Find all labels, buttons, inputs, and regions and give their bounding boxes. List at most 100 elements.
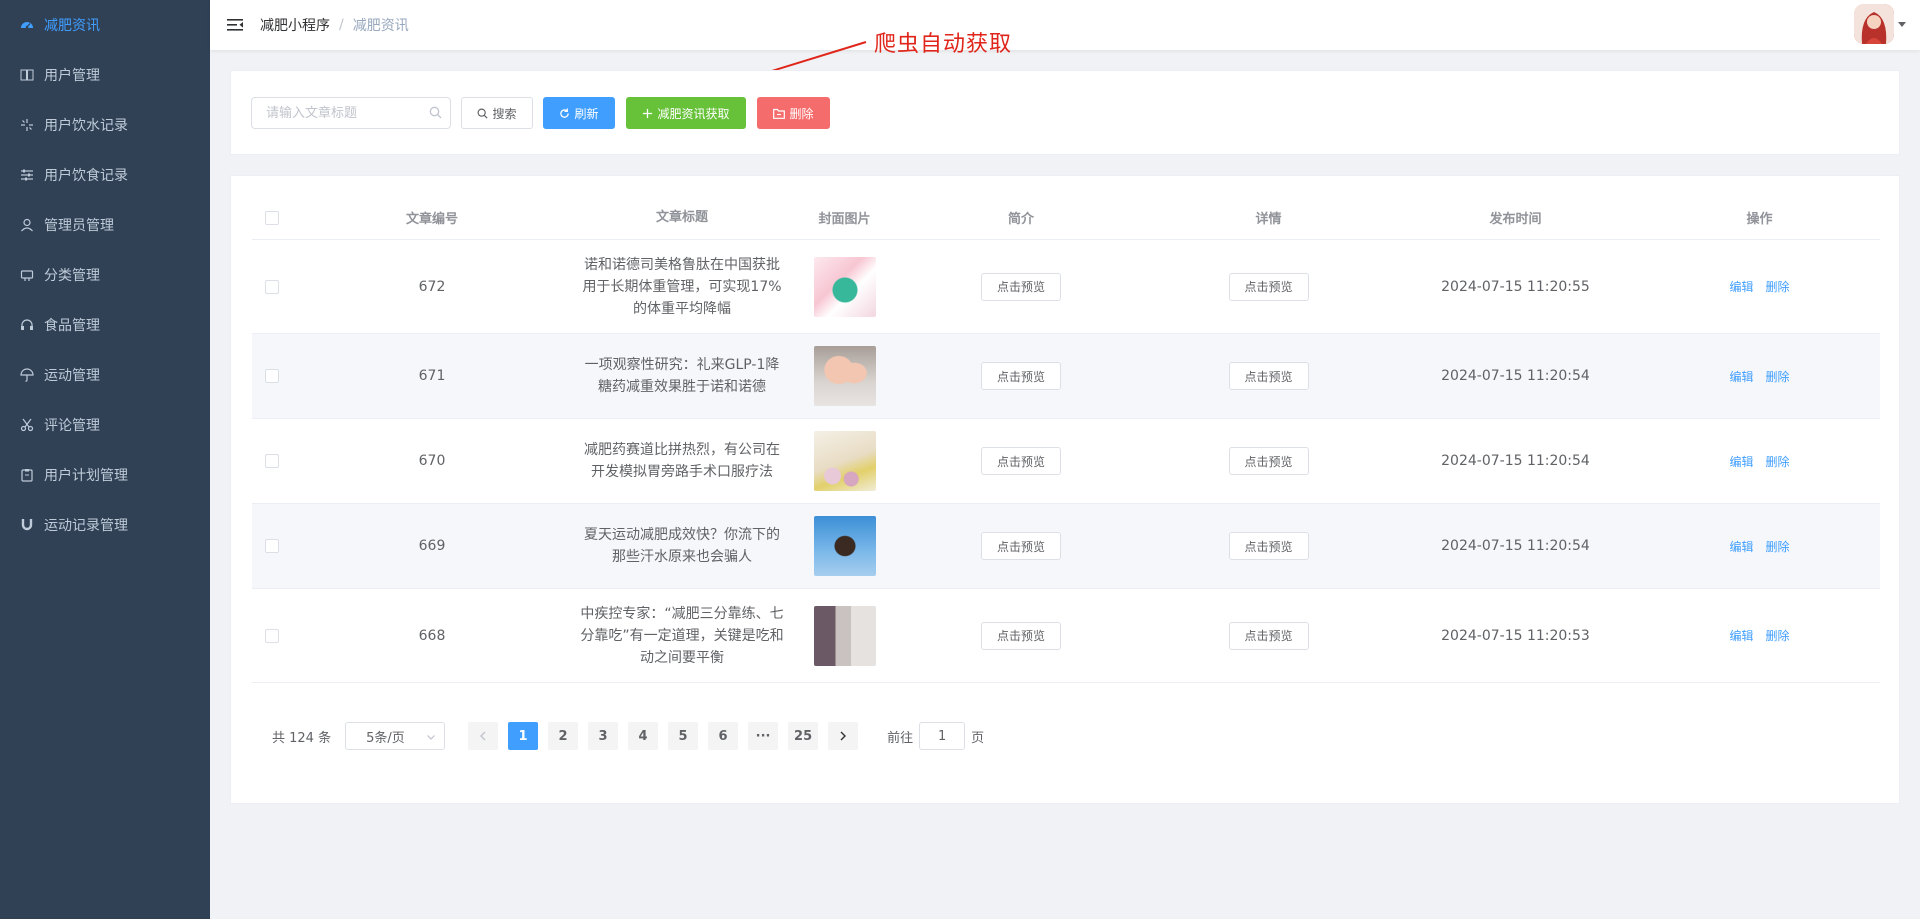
- scissors-icon: [20, 418, 34, 432]
- edit-link[interactable]: 编辑: [1729, 368, 1753, 385]
- sidebar-item-user-plan-management[interactable]: 用户计划管理: [0, 450, 210, 500]
- header-article-id: 文章编号: [405, 212, 458, 227]
- detail-preview-button[interactable]: 点击预览: [1228, 621, 1309, 650]
- sidebar-item-diet-records[interactable]: 用户饮食记录: [0, 150, 210, 200]
- page-button-5[interactable]: 5: [668, 722, 699, 750]
- cover-cell: [792, 334, 897, 418]
- cover-image[interactable]: [813, 346, 876, 406]
- delete-link[interactable]: 删除: [1766, 278, 1790, 295]
- cover-image[interactable]: [813, 256, 876, 317]
- row-checkbox-cell: [252, 240, 292, 333]
- publish-time: 2024-07-15 11:20:54: [1441, 453, 1590, 469]
- cover-cell: [792, 419, 897, 503]
- breadcrumb-item-home[interactable]: 减肥小程序: [260, 15, 330, 35]
- header-publish-time: 发布时间: [1489, 212, 1542, 227]
- sidebar-item-comment-management[interactable]: 评论管理: [0, 400, 210, 450]
- chevron-down-icon: [426, 731, 436, 746]
- batch-delete-button[interactable]: 删除: [757, 97, 830, 129]
- sidebar-item-category-management[interactable]: 分类管理: [0, 250, 210, 300]
- intro-preview-button[interactable]: 点击预览: [981, 272, 1061, 301]
- page-size-select[interactable]: 5条/页: [345, 722, 446, 750]
- row-checkbox[interactable]: [265, 454, 279, 468]
- sidebar-item-label: 用户饮水记录: [44, 118, 128, 134]
- select-all-checkbox[interactable]: [265, 210, 279, 225]
- intro-preview-button[interactable]: 点击预览: [981, 532, 1061, 560]
- edit-link[interactable]: 编辑: [1729, 538, 1753, 555]
- prev-page-button[interactable]: [468, 722, 499, 750]
- delete-link[interactable]: 删除: [1766, 368, 1790, 385]
- fetch-news-button[interactable]: 减肥资讯获取: [626, 97, 746, 129]
- sidebar-item-label: 用户饮食记录: [44, 168, 128, 184]
- sidebar-item-label: 分类管理: [44, 268, 100, 284]
- user-icon: [20, 218, 34, 232]
- detail-preview-button[interactable]: 点击预览: [1228, 272, 1309, 301]
- fetch-news-button-label: 减肥资讯获取: [657, 106, 730, 121]
- intro-preview-button[interactable]: 点击预览: [981, 621, 1061, 650]
- sidebar-item-label: 减肥资讯: [44, 18, 100, 34]
- next-page-button[interactable]: [828, 722, 859, 750]
- hamburger-menu-icon[interactable]: [210, 0, 260, 50]
- refresh-button-label: 刷新: [574, 106, 599, 121]
- breadcrumb-item-current: 减肥资讯: [352, 18, 409, 34]
- sidebar-item-water-records[interactable]: 用户饮水记录: [0, 100, 210, 150]
- row-checkbox[interactable]: [265, 369, 279, 383]
- sidebar-item-exercise-management[interactable]: 运动管理: [0, 350, 210, 400]
- delete-link[interactable]: 删除: [1766, 453, 1790, 470]
- sidebar-item-admin-management[interactable]: 管理员管理: [0, 200, 210, 250]
- actions-cell: 编辑 删除: [1639, 334, 1880, 418]
- intro-preview-button[interactable]: 点击预览: [981, 447, 1061, 475]
- avatar[interactable]: [1854, 4, 1894, 44]
- title-search-input[interactable]: [252, 98, 450, 128]
- page-button-3[interactable]: 3: [588, 722, 619, 750]
- title-search-field[interactable]: [251, 97, 451, 129]
- cover-image[interactable]: [813, 605, 876, 666]
- page-button-2[interactable]: 2: [548, 722, 579, 750]
- actions-cell: 编辑 删除: [1639, 419, 1880, 503]
- publish-time: 2024-07-15 11:20:54: [1441, 368, 1590, 384]
- sidebar-item-exercise-record-management[interactable]: 运动记录管理: [0, 500, 210, 550]
- row-checkbox[interactable]: [265, 279, 279, 294]
- breadcrumb-separator: /: [339, 17, 344, 33]
- caret-down-icon[interactable]: [1898, 21, 1906, 27]
- sidebar-item-food-management[interactable]: 食品管理: [0, 300, 210, 350]
- cover-image[interactable]: [813, 431, 876, 491]
- header-detail: 详情: [1255, 212, 1282, 227]
- page-button-6[interactable]: 6: [708, 722, 739, 750]
- detail-preview-button[interactable]: 点击预览: [1228, 362, 1309, 390]
- sparkle-icon: [20, 118, 34, 132]
- delete-link[interactable]: 删除: [1766, 627, 1790, 644]
- sidebar: 减肥资讯 用户管理 用户饮水记录 用户饮食记录 管理员管理 分类管理 食品管理 …: [0, 0, 210, 919]
- pagination-total: 共 124 条: [272, 730, 332, 746]
- row-checkbox[interactable]: [265, 628, 279, 643]
- batch-delete-button-label: 删除: [789, 106, 814, 121]
- cover-image[interactable]: [813, 516, 876, 576]
- detail-preview-button[interactable]: 点击预览: [1228, 532, 1309, 560]
- page-button-4[interactable]: 4: [628, 722, 659, 750]
- edit-link[interactable]: 编辑: [1729, 278, 1753, 295]
- detail-cell: 点击预览: [1145, 334, 1392, 418]
- edit-link[interactable]: 编辑: [1729, 453, 1753, 470]
- edit-link[interactable]: 编辑: [1729, 627, 1753, 644]
- article-title: 诺和诺德司美格鲁肽在中国获批用于长期体重管理，可实现17%的体重平均降幅: [582, 256, 782, 317]
- search-button[interactable]: 搜索: [461, 97, 533, 129]
- refresh-button[interactable]: 刷新: [543, 97, 615, 129]
- page-jump-input[interactable]: [919, 722, 966, 750]
- table-row: 669 夏天运动减肥成效快？你流下的那些汗水原来也会骗人 点击预览 点击预览 2…: [252, 504, 1880, 589]
- detail-cell: 点击预览: [1145, 419, 1392, 503]
- row-checkbox[interactable]: [265, 539, 279, 553]
- table-header: 文章编号 文章标题 封面图片 简介 详情 发布时间 操作: [252, 196, 1880, 240]
- page-ellipsis-button[interactable]: ···: [748, 722, 779, 750]
- intro-preview-button[interactable]: 点击预览: [981, 362, 1061, 390]
- delete-link[interactable]: 删除: [1766, 538, 1790, 555]
- page-button-last[interactable]: 25: [788, 722, 819, 750]
- row-checkbox-cell: [252, 589, 292, 682]
- sidebar-item-weight-loss-news[interactable]: 减肥资讯: [0, 0, 210, 50]
- user-menu[interactable]: [1854, 4, 1906, 44]
- publish-time: 2024-07-15 11:20:53: [1441, 627, 1590, 644]
- headset-icon: [20, 318, 34, 332]
- navbar: 减肥小程序 / 减肥资讯: [210, 0, 1920, 50]
- page-button-1[interactable]: 1: [508, 722, 539, 750]
- sidebar-item-user-management[interactable]: 用户管理: [0, 50, 210, 100]
- search-icon: [429, 106, 442, 123]
- detail-preview-button[interactable]: 点击预览: [1228, 447, 1309, 475]
